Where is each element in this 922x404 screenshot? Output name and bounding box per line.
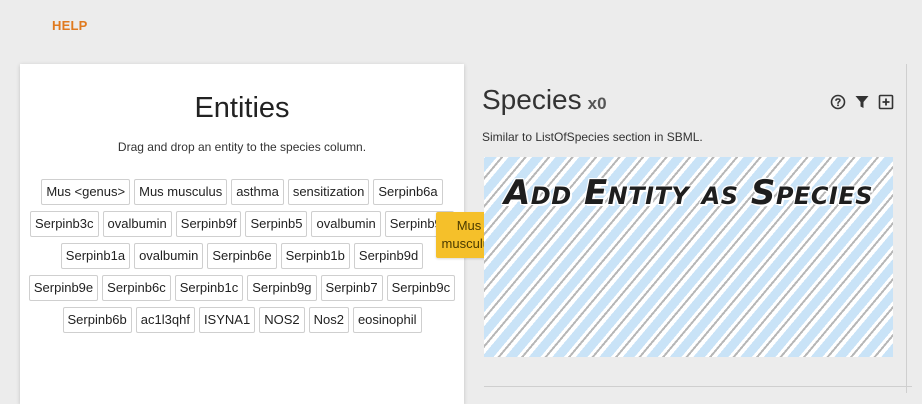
entity-chip[interactable]: Mus musculus xyxy=(134,179,228,205)
entity-chip[interactable]: Nos2 xyxy=(308,307,349,333)
entity-chip[interactable]: Serpinb5 xyxy=(245,211,308,237)
entity-chip[interactable]: Serpinb6b xyxy=(62,307,132,333)
species-drop-zone[interactable]: Add Entity as Species xyxy=(484,157,893,357)
entity-chip[interactable]: Serpinb9g xyxy=(247,275,317,301)
right-divider xyxy=(906,64,907,393)
entity-chip[interactable]: Serpinb1a xyxy=(60,243,131,269)
species-description: Similar to ListOfSpecies section in SBML… xyxy=(482,130,703,144)
add-box-icon[interactable] xyxy=(878,94,894,110)
species-toolbar xyxy=(830,94,894,110)
entity-chip[interactable]: Serpinb9d xyxy=(353,243,424,269)
entity-chip[interactable]: Serpinb6c xyxy=(102,275,171,301)
entities-instructions: Drag and drop an entity to the species c… xyxy=(117,140,367,154)
entity-chip[interactable]: NOS2 xyxy=(259,307,305,333)
entity-chip[interactable]: Serpinb1c xyxy=(174,275,244,301)
entity-chip[interactable]: Mus <genus> xyxy=(41,179,131,205)
entity-chip[interactable]: Serpinb9f xyxy=(175,211,242,237)
entity-chip[interactable]: asthma xyxy=(231,179,284,205)
entity-chip[interactable]: ovalbumin xyxy=(102,211,172,237)
entity-chip[interactable]: ISYNA1 xyxy=(198,307,256,333)
entity-chip[interactable]: Serpinb6e xyxy=(207,243,277,269)
entity-chip[interactable]: ovalbumin xyxy=(311,211,381,237)
species-panel: Species x0 Similar to ListOfSpecies secti… xyxy=(482,64,912,393)
entities-panel: Entities Drag and drop an entity to the … xyxy=(20,64,464,404)
drop-zone-label: Add Entity as Species xyxy=(503,173,874,213)
species-count: x0 xyxy=(587,94,607,113)
help-link[interactable]: HELP xyxy=(52,18,87,33)
entity-chip[interactable]: eosinophil xyxy=(352,307,422,333)
entity-chip[interactable]: Serpinb1b xyxy=(280,243,350,269)
entity-chip[interactable]: Serpinb3c xyxy=(29,211,99,237)
entity-chip[interactable]: sensitization xyxy=(287,179,370,205)
entity-chip[interactable]: ac1l3qhf xyxy=(135,307,195,333)
entity-list: Mus <genus> Mus musculus asthma sensitizati… xyxy=(28,179,456,333)
help-circle-icon[interactable] xyxy=(830,94,846,110)
entity-chip[interactable]: Serpinb9e xyxy=(28,275,99,301)
entity-chip[interactable]: ovalbumin xyxy=(134,243,204,269)
species-title: Species xyxy=(482,84,582,115)
entities-title: Entities xyxy=(194,92,290,124)
species-header: Species x0 xyxy=(482,84,607,116)
entity-chip[interactable]: Serpinb9c xyxy=(386,275,456,301)
entity-chip[interactable]: Serpinb6a xyxy=(373,179,443,205)
entity-chip[interactable]: Serpinb7 xyxy=(320,275,383,301)
filter-icon[interactable] xyxy=(854,94,870,110)
species-divider xyxy=(484,386,912,387)
